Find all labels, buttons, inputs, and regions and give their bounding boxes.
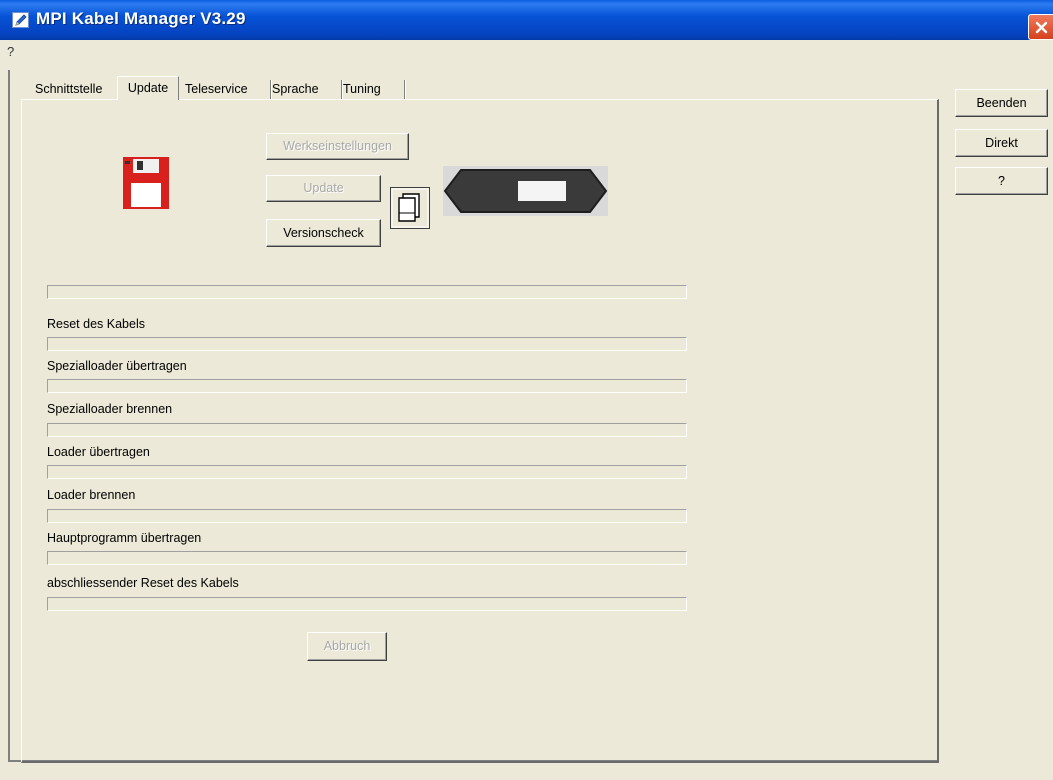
tab-schnittstelle[interactable]: Schnittstelle — [31, 80, 121, 100]
step-label-final-reset: abschliessender Reset des Kabels — [47, 576, 239, 590]
window-title: MPI Kabel Manager V3.29 — [36, 9, 246, 28]
step-label-special-loader-transfer: Spezialloader übertragen — [47, 359, 187, 373]
tab-teleservice[interactable]: Teleservice — [181, 80, 272, 100]
step-progress-bar — [47, 337, 687, 351]
cancel-button[interactable]: Abbruch — [307, 632, 387, 661]
update-button[interactable]: Update — [266, 175, 381, 202]
pencil-icon — [12, 12, 29, 28]
direct-button[interactable]: Direkt — [955, 129, 1048, 157]
factory-settings-button[interactable]: Werkseinstellungen — [266, 133, 409, 160]
step-progress-bar — [47, 465, 687, 479]
tab-label: Update — [127, 81, 169, 95]
step-label-loader-burn: Loader brennen — [47, 488, 136, 502]
step-label-main-program-transfer: Hauptprogramm übertragen — [47, 531, 202, 545]
close-button[interactable] — [1028, 14, 1053, 40]
help-button[interactable]: ? — [955, 167, 1048, 195]
tab-label: Schnittstelle — [35, 82, 103, 96]
title-bar[interactable]: MPI Kabel Manager V3.29 — [0, 0, 1053, 40]
step-progress-bar — [47, 509, 687, 523]
overall-progress-bar — [47, 285, 687, 299]
step-progress-bar — [47, 423, 687, 437]
step-label-reset: Reset des Kabels — [47, 317, 145, 331]
step-progress-bar — [47, 597, 687, 611]
step-progress-bar — [47, 551, 687, 565]
mpi-cable-icon — [443, 166, 608, 216]
step-label-loader-transfer: Loader übertragen — [47, 445, 150, 459]
tab-tuning[interactable]: Tuning — [339, 80, 406, 100]
close-icon — [1035, 21, 1048, 34]
tab-label: Tuning — [343, 82, 381, 96]
tab-label: Teleservice — [185, 82, 248, 96]
help-menu[interactable]: ? — [7, 44, 14, 59]
step-label-special-loader-burn: Spezialloader brennen — [47, 402, 173, 416]
floppy-disk-icon — [123, 157, 169, 209]
tab-update[interactable]: Update — [117, 76, 179, 100]
exit-button[interactable]: Beenden — [955, 89, 1048, 117]
divider — [8, 70, 10, 760]
version-check-button[interactable]: Versionscheck — [266, 219, 381, 247]
folder-icon[interactable] — [390, 187, 430, 229]
step-progress-bar — [47, 379, 687, 393]
tab-sprache[interactable]: Sprache — [268, 80, 343, 100]
tab-label: Sprache — [272, 82, 319, 96]
